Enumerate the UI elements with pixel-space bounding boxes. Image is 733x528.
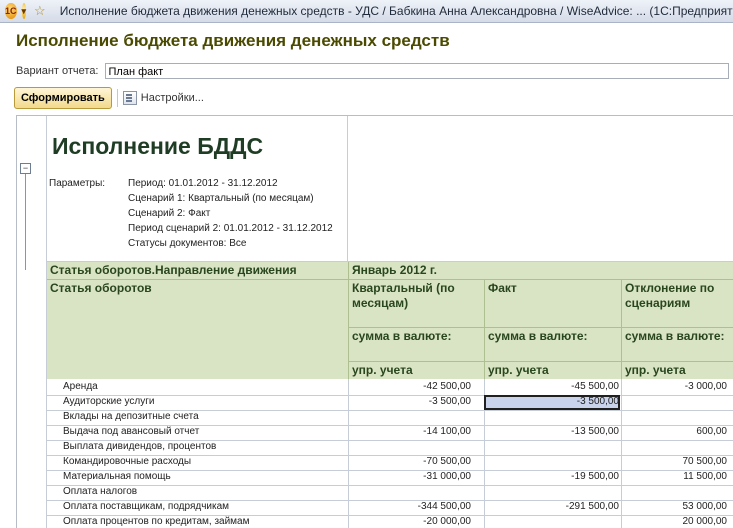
table-row[interactable]: Командировочные расходы -70 500,00 70 50… xyxy=(47,455,733,470)
plan-value[interactable]: -14 100,00 xyxy=(349,426,471,437)
table-row[interactable]: Оплата поставщикам, подрядчикам -344 500… xyxy=(47,500,733,515)
settings-button[interactable]: Настройки... xyxy=(122,91,204,105)
generate-button[interactable]: Сформировать xyxy=(14,87,112,109)
row-item-name: Выдача под авансовый отчет xyxy=(63,426,200,437)
col-deviation-basis: упр. учета xyxy=(621,361,733,379)
toolbar-divider xyxy=(116,89,118,107)
settings-icon xyxy=(122,91,137,105)
group-header: Статья оборотов.Направление движения xyxy=(47,262,348,279)
deviation-value[interactable]: 53 000,00 xyxy=(623,501,728,512)
col-plan-basis: упр. учета xyxy=(348,361,484,379)
table-row[interactable]: Оплата налогов xyxy=(47,485,733,500)
deviation-value[interactable]: 11 500,00 xyxy=(623,471,727,482)
row-item-name: Материальная помощь xyxy=(63,471,171,482)
col-fact-scenario: Факт xyxy=(484,279,621,327)
deviation-value[interactable]: 600,00 xyxy=(623,426,727,437)
variant-label: Вариант отчета: xyxy=(16,65,99,77)
plan-value[interactable]: -344 500,00 xyxy=(349,501,471,512)
deviation-value[interactable]: 70 500,00 xyxy=(623,456,728,467)
collapse-group-icon[interactable]: − xyxy=(20,163,31,174)
plan-value[interactable]: -70 500,00 xyxy=(349,456,471,467)
col-plan-measure: сумма в валюте: xyxy=(348,327,484,361)
row-item-name: Вклады на депозитные счета xyxy=(63,411,199,422)
row-item-name: Оплата поставщикам, подрядчикам xyxy=(63,501,230,512)
settings-label: Настройки... xyxy=(140,92,204,104)
col-plan-scenario: Квартальный (по месяцам) xyxy=(348,279,484,327)
variant-row: Вариант отчета: План факт xyxy=(16,63,729,79)
favorite-star-icon[interactable]: ☆ xyxy=(34,3,46,19)
report-title: Исполнение БДДС xyxy=(52,133,264,159)
table-row[interactable]: Выдача под авансовый отчет -14 100,00 -1… xyxy=(47,425,733,440)
toolbar: Сформировать Настройки... xyxy=(14,87,204,109)
plan-value[interactable]: -31 000,00 xyxy=(349,471,471,482)
row-item-name: Оплата налогов xyxy=(63,486,138,497)
col-deviation-scenario: Отклонение по сценариям xyxy=(621,279,733,327)
param-scenario-2: Сценарий 2: Факт xyxy=(128,208,211,219)
variant-field[interactable]: План факт xyxy=(104,63,729,79)
fact-value[interactable]: -3 500,00 xyxy=(486,396,619,407)
col-fact-measure: сумма в валюте: xyxy=(484,327,621,361)
deviation-value[interactable]: -3 000,00 xyxy=(623,381,727,392)
row-item-name: Оплата процентов по кредитам, займам xyxy=(63,516,250,527)
report-spreadsheet[interactable]: − Исполнение БДДС Параметры: Период: 01.… xyxy=(16,115,733,528)
row-item-name: Аренда xyxy=(63,381,98,392)
row-header: Статья оборотов xyxy=(47,279,348,379)
fact-value[interactable]: -19 500,00 xyxy=(486,471,619,482)
fact-value[interactable]: -291 500,00 xyxy=(486,501,619,512)
table-row[interactable]: Выплата дивидендов, процентов xyxy=(47,440,733,455)
param-period: Период: 01.01.2012 - 31.12.2012 xyxy=(128,178,278,189)
params-label: Параметры: xyxy=(49,178,106,189)
row-item-name: Выплата дивидендов, процентов xyxy=(63,441,217,452)
table-row[interactable]: Оплата процентов по кредитам, займам -20… xyxy=(47,515,733,528)
param-period-2: Период сценарий 2: 01.01.2012 - 31.12.20… xyxy=(128,223,333,234)
window-titlebar: 1С ▾ ☆ Исполнение бюджета движения денеж… xyxy=(0,0,733,23)
app-logo-icon[interactable]: 1С xyxy=(5,3,17,19)
plan-value[interactable]: -20 000,00 xyxy=(349,516,471,527)
row-item-name: Командировочные расходы xyxy=(63,456,192,467)
group-bracket xyxy=(25,174,26,270)
col-deviation-measure: сумма в валюте: xyxy=(621,327,733,361)
table-row[interactable]: Аудиторские услуги -3 500,00 -3 500,00 xyxy=(47,395,733,410)
main-menu-icon[interactable]: ▾ xyxy=(21,3,27,19)
plan-value[interactable]: -3 500,00 xyxy=(349,396,471,407)
table-row[interactable]: Аренда -42 500,00 -45 500,00 -3 000,00 xyxy=(47,380,733,395)
fact-value[interactable]: -13 500,00 xyxy=(486,426,619,437)
window-title: Исполнение бюджета движения денежных сре… xyxy=(59,4,733,18)
fact-value[interactable]: -45 500,00 xyxy=(486,381,619,392)
table-row[interactable]: Материальная помощь -31 000,00 -19 500,0… xyxy=(47,470,733,485)
table-row[interactable]: Вклады на депозитные счета xyxy=(47,410,733,425)
param-scenario-1: Сценарий 1: Квартальный (по месяцам) xyxy=(128,193,314,204)
param-statuses: Статусы документов: Все xyxy=(128,238,247,249)
period-header: Январь 2012 г. xyxy=(348,262,733,279)
grouping-gutter: − xyxy=(17,116,47,528)
plan-value[interactable]: -42 500,00 xyxy=(349,381,471,392)
deviation-value[interactable]: 20 000,00 xyxy=(623,516,728,527)
page-title: Исполнение бюджета движения денежных сре… xyxy=(16,31,450,50)
row-item-name: Аудиторские услуги xyxy=(63,396,155,407)
col-fact-basis: упр. учета xyxy=(484,361,621,379)
grid-line xyxy=(347,116,348,261)
